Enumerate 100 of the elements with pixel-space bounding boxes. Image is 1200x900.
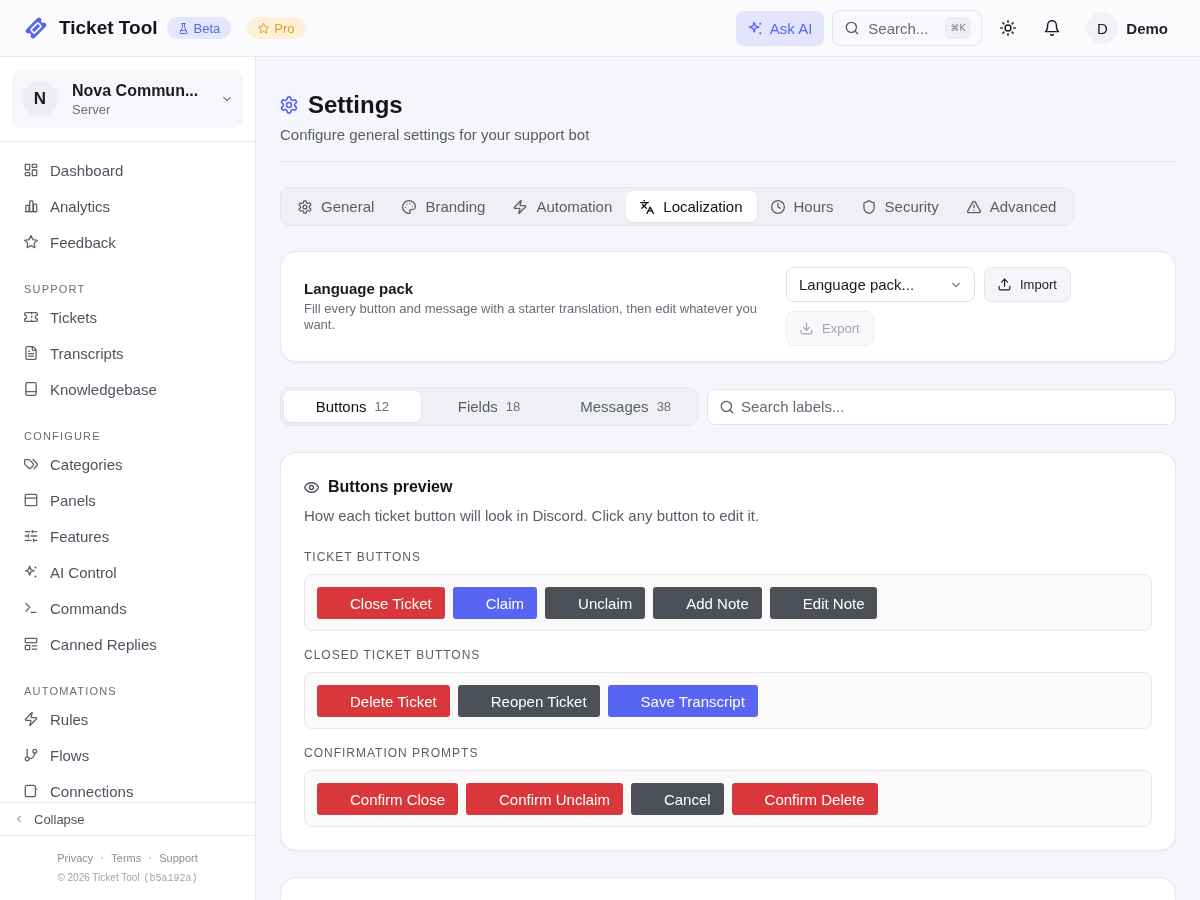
settings-icon [280, 96, 298, 114]
bell-icon [1044, 20, 1061, 36]
tab-count: 38 [656, 399, 672, 414]
discord-button[interactable]: Save Transcript [607, 685, 758, 717]
settings-tab[interactable]: Localization [626, 191, 757, 222]
palette-icon [402, 199, 417, 214]
nav-item[interactable]: Connections [0, 773, 255, 802]
nav-item[interactable]: AI Control [0, 554, 255, 590]
ask-ai-button[interactable]: Ask AI [735, 10, 825, 46]
language-select[interactable]: Language pack... [786, 267, 975, 302]
settings-tab[interactable]: Hours [756, 191, 848, 222]
section-heading: SUPPORT [23, 282, 87, 297]
terminal-icon [24, 601, 38, 615]
label-tab[interactable]: Messages 38 [557, 391, 694, 422]
discord-button[interactable]: Edit Note [769, 587, 878, 619]
sun-icon [1000, 20, 1017, 36]
badge-label: Beta [193, 20, 221, 36]
tab-count: 12 [374, 399, 389, 414]
window-icon [24, 493, 38, 507]
server-switcher[interactable]: N Nova Commun... Server [12, 70, 243, 128]
upload-icon [998, 278, 1011, 291]
flask-icon [177, 22, 189, 34]
badge-label: Pro [274, 20, 295, 36]
card-description: How each ticket button will look in Discord. Click any button to edit it. [304, 506, 761, 526]
lightning-icon [24, 712, 38, 726]
group-heading: CONFIRMATION PROMPTS [304, 745, 480, 761]
section-heading: CONFIGURE [23, 429, 102, 444]
settings-tab[interactable]: Security [847, 191, 953, 222]
grid-icon [24, 163, 38, 177]
settings-tab[interactable]: Branding [388, 191, 500, 222]
nav-item[interactable]: Analytics [0, 188, 255, 224]
discord-button[interactable]: Add Note [653, 587, 762, 619]
card-description: Fill every button and message with a starter translation, then edit whatever you want. [304, 301, 759, 333]
discord-button[interactable]: Unclaim [545, 587, 646, 619]
nav-item[interactable]: Features [0, 518, 255, 554]
app-title: Ticket Tool [59, 17, 158, 39]
star-icon [258, 22, 270, 34]
discord-button[interactable]: Confirm Delete [731, 783, 878, 815]
discord-button[interactable]: Confirm Unclaim [466, 783, 623, 815]
import-button[interactable]: Import [984, 267, 1071, 302]
tags-icon [24, 457, 38, 471]
clock-icon [770, 199, 785, 214]
settings-tab[interactable]: General [284, 191, 389, 222]
nav-item[interactable]: Knowledgebase [0, 371, 255, 407]
nav-item[interactable]: Feedback [0, 224, 255, 260]
discord-button[interactable]: Reopen Ticket [457, 685, 600, 717]
star-icon [24, 235, 38, 249]
group-heading: CLOSED TICKET BUTTONS [304, 647, 482, 663]
nav-item[interactable]: Flows [0, 737, 255, 773]
page-subtitle: Configure general settings for your support bot [280, 125, 591, 145]
translate-icon [640, 199, 655, 214]
nav-item[interactable]: Rules [0, 701, 255, 737]
nav-item[interactable]: Categories [0, 446, 255, 482]
discord-button[interactable]: Cancel [630, 783, 724, 815]
nav-item[interactable]: Panels [0, 482, 255, 518]
sparkle-icon [24, 565, 38, 579]
discord-button[interactable]: Claim [452, 587, 538, 619]
layout-icon [24, 637, 38, 651]
discord-button[interactable]: Confirm Close [317, 783, 459, 815]
shield-icon [861, 199, 876, 214]
collapse-button[interactable]: Collapse [0, 804, 93, 834]
ticket-icon [24, 310, 38, 324]
server-type: Server [72, 101, 112, 117]
search-field[interactable]: Search labels... [707, 388, 1176, 425]
server-name: Nova Commun... [72, 81, 200, 100]
group-heading: TICKET BUTTONS [304, 549, 422, 565]
user-avatar[interactable]: D [1086, 12, 1119, 44]
build-hash: (b5a192a) [143, 873, 198, 884]
settings-tab[interactable]: Advanced [952, 191, 1071, 222]
book-icon [24, 382, 38, 396]
warning-icon [966, 199, 981, 214]
nav-item[interactable]: Commands [0, 590, 255, 626]
copyright-text: © 2026 Ticket Tool [57, 872, 140, 883]
footer-link[interactable]: Support [159, 852, 198, 864]
eye-icon [304, 479, 319, 495]
server-avatar: N [22, 81, 58, 117]
sliders-icon [24, 529, 38, 543]
frame-icon [24, 784, 38, 798]
nav-item[interactable]: Tickets [0, 299, 255, 335]
discord-button[interactable]: Close Ticket [317, 587, 445, 619]
nav-item[interactable]: Dashboard [0, 152, 255, 188]
label-tab[interactable]: Buttons 12 [284, 391, 421, 422]
chevron-left-icon [14, 814, 24, 824]
card-title: Buttons preview [328, 478, 453, 496]
ticket-icon [24, 16, 48, 40]
settings-icon [298, 199, 312, 214]
tab-count: 18 [505, 399, 521, 414]
search-icon [720, 399, 734, 414]
user-name: Demo [1126, 19, 1168, 37]
nav-item[interactable]: Canned Replies [0, 626, 255, 662]
nav-item[interactable]: Transcripts [0, 335, 255, 371]
page-title: Settings [308, 91, 403, 119]
discord-button[interactable]: Delete Ticket [317, 685, 450, 717]
branch-icon [24, 748, 38, 762]
lightning-icon [513, 199, 528, 214]
sparkle-icon [747, 20, 763, 36]
shortcut-hint: ⌘K [945, 18, 971, 38]
settings-tab[interactable]: Automation [499, 191, 627, 222]
label-tab[interactable]: Fields 18 [420, 391, 558, 422]
search-icon [845, 21, 860, 35]
